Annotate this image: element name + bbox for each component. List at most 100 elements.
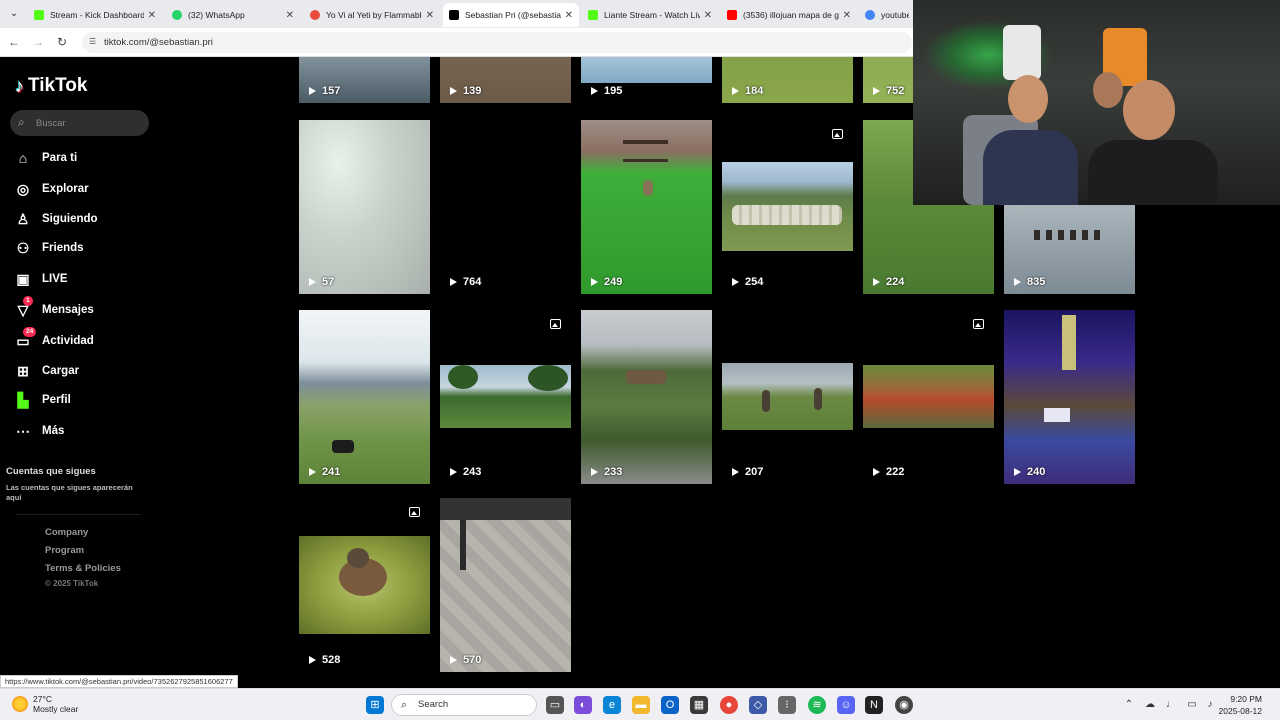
nav-item-actividad[interactable]: ▭ 24 Actividad: [15, 327, 94, 352]
nav-item-friends[interactable]: ⚇ Friends: [15, 237, 84, 259]
video-thumbnail: [299, 120, 430, 294]
tray-app-icon[interactable]: ☁: [1143, 698, 1157, 712]
play-icon: [732, 87, 739, 95]
play-icon: [450, 656, 457, 664]
user-icon: ♙: [16, 211, 30, 227]
video-tile[interactable]: 195: [581, 57, 712, 103]
file-explorer-icon[interactable]: ▬: [632, 696, 650, 714]
weather-widget[interactable]: 27°C Mostly clear: [12, 694, 78, 714]
view-count: 254: [732, 276, 763, 288]
play-icon: [309, 468, 316, 476]
browser-tab[interactable]: youtube: [859, 3, 915, 27]
back-icon[interactable]: ←: [6, 34, 22, 50]
tab-search-icon[interactable]: ⌄: [6, 6, 22, 22]
close-icon[interactable]: ✕: [148, 10, 156, 21]
video-tile[interactable]: 233: [581, 310, 712, 484]
view-count: 528: [309, 654, 340, 666]
nav-item-siguiendo[interactable]: ♙ Siguiendo: [15, 208, 98, 230]
forward-icon[interactable]: →: [30, 34, 46, 50]
view-count: 207: [732, 466, 763, 478]
obs-icon[interactable]: ◉: [895, 696, 913, 714]
microsoft-store-icon[interactable]: ▦: [690, 696, 708, 714]
reload-icon[interactable]: ↻: [54, 34, 70, 50]
photo-tile[interactable]: 243: [440, 310, 571, 484]
cow-shape: [332, 440, 354, 453]
vpn-icon[interactable]: ◇: [749, 696, 767, 714]
browser-tab[interactable]: Liante Stream - Watch Liv ✕: [582, 3, 718, 27]
browser-tab-active[interactable]: Sebastian Pri (@sebastian ✕: [443, 3, 579, 27]
video-tile[interactable]: 57: [299, 120, 430, 294]
nav-item-live[interactable]: ▣ LIVE: [15, 268, 67, 290]
url-field[interactable]: ☰ tiktok.com/@sebastian.pri: [82, 32, 912, 53]
video-tile[interactable]: 157: [299, 57, 430, 103]
video-tile[interactable]: 184: [722, 57, 853, 103]
photo-tile[interactable]: 254: [722, 120, 853, 294]
nav-item-perfil[interactable]: ▙ Perfil: [15, 389, 71, 411]
discord-icon[interactable]: ☺: [837, 696, 855, 714]
close-icon[interactable]: ✕: [286, 10, 294, 21]
nav-item-explorar[interactable]: ◎ Explorar: [15, 178, 89, 200]
view-count: 195: [591, 85, 622, 97]
home-icon: ⌂: [18, 150, 28, 166]
weather-moon-icon: [12, 696, 28, 712]
photo-tile[interactable]: 528: [299, 498, 430, 672]
play-icon: [309, 656, 316, 664]
windows-start-icon[interactable]: ⊞: [366, 696, 384, 714]
close-icon[interactable]: ✕: [704, 10, 712, 21]
video-tile[interactable]: 241: [299, 310, 430, 484]
search-input[interactable]: [36, 115, 136, 131]
video-tile[interactable]: 570: [440, 498, 571, 672]
chevron-up-icon[interactable]: ⌃: [1122, 698, 1136, 712]
tiktok-logo[interactable]: ♪ TikTok: [15, 75, 87, 97]
footer-link-program[interactable]: Program: [45, 545, 84, 556]
compass-icon: ◎: [16, 181, 30, 197]
nav-item-mas[interactable]: ⋯ Más: [15, 420, 64, 442]
task-view-icon[interactable]: ▭: [546, 696, 564, 714]
video-tile[interactable]: 139: [440, 57, 571, 103]
tab-title: Stream - Kick Dashboard: [50, 10, 144, 20]
nav-item-para-ti[interactable]: ⌂ Para ti: [15, 147, 77, 169]
spotify-icon[interactable]: ≋: [808, 696, 826, 714]
apps-grid-icon[interactable]: ⁝: [778, 696, 796, 714]
video-tile[interactable]: 249: [581, 120, 712, 294]
video-tile[interactable]: 240: [1004, 310, 1135, 484]
weather-condition: Mostly clear: [33, 704, 79, 714]
network-icon[interactable]: ▭: [1185, 698, 1199, 712]
play-icon: [450, 87, 457, 95]
edge-icon[interactable]: e: [603, 696, 621, 714]
site-info-icon[interactable]: ☰: [89, 37, 99, 47]
browser-tab[interactable]: Yo Vi al Yeti by Flammable ✕: [304, 3, 440, 27]
browser-tab[interactable]: Stream - Kick Dashboard ✕: [28, 3, 162, 27]
browser-tab[interactable]: (3536) illojuan mapa de g ✕: [721, 3, 857, 27]
link-status-url: https://www.tiktok.com/@sebastian.pri/vi…: [0, 675, 238, 688]
close-icon[interactable]: ✕: [565, 10, 573, 21]
footer-link-terms[interactable]: Terms & Policies: [45, 563, 121, 574]
bench-shape: [440, 498, 571, 520]
microphone-icon[interactable]: ♩: [1164, 698, 1178, 712]
photo-tile[interactable]: 222: [863, 310, 994, 484]
search-box[interactable]: ⌕: [10, 110, 149, 136]
nav-item-cargar[interactable]: ⊞ Cargar: [15, 360, 79, 382]
outlook-icon[interactable]: O: [661, 696, 679, 714]
volume-icon[interactable]: ♪: [1203, 698, 1217, 712]
browser-tab[interactable]: (32) WhatsApp ✕: [166, 3, 300, 27]
view-count: 835: [1014, 276, 1045, 288]
view-count: 249: [591, 276, 622, 288]
taskbar-search[interactable]: ⌕ Search: [391, 694, 537, 716]
copilot-icon[interactable]: ◐: [574, 696, 592, 714]
footer-link-company[interactable]: Company: [45, 527, 88, 538]
view-count: 139: [450, 85, 481, 97]
notion-icon[interactable]: N: [865, 696, 883, 714]
nav-item-mensajes[interactable]: ▽ 1 Mensajes: [15, 296, 94, 321]
close-icon[interactable]: ✕: [426, 10, 434, 21]
video-tile[interactable]: 207: [722, 310, 853, 484]
view-count: 752: [873, 85, 904, 97]
tab-title: youtube: [881, 10, 909, 20]
play-icon: [873, 278, 880, 286]
chrome-icon[interactable]: ●: [720, 696, 738, 714]
sheep-flock-shape: [732, 205, 842, 225]
close-icon[interactable]: ✕: [843, 10, 851, 21]
system-clock[interactable]: 9:20 PM 2025-08-12: [1219, 693, 1262, 717]
video-tile[interactable]: 764: [440, 120, 571, 294]
divider: [16, 514, 141, 515]
